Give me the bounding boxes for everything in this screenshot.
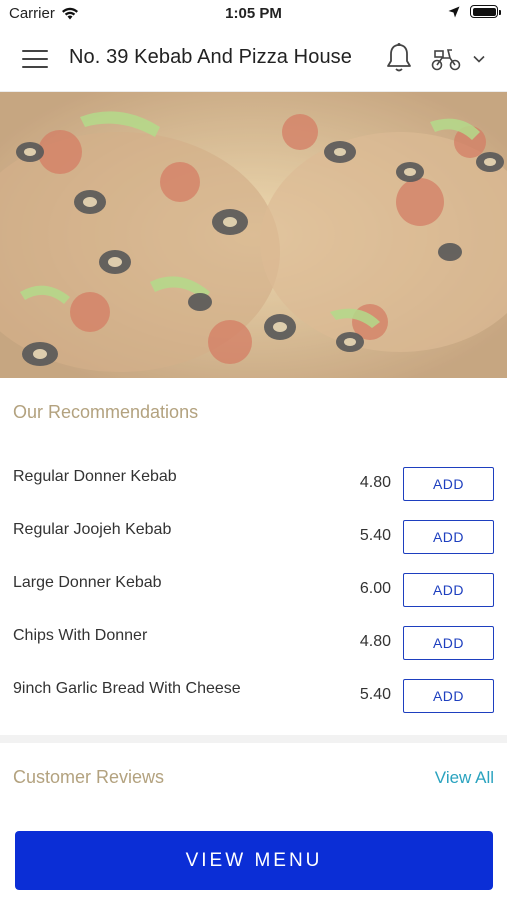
item-price: 4.80 xyxy=(359,633,391,650)
hero-pizza-image xyxy=(0,92,507,378)
recommendations-list: Regular Donner Kebab 4.80 ADD Regular Jo… xyxy=(0,457,507,722)
item-name: Chips With Donner xyxy=(13,627,148,644)
item-name: Regular Donner Kebab xyxy=(13,468,177,485)
list-item: Chips With Donner 4.80 ADD xyxy=(0,616,507,669)
recommendations-heading: Our Recommendations xyxy=(13,402,199,422)
list-item: Regular Joojeh Kebab 5.40 ADD xyxy=(0,510,507,563)
delivery-scooter-icon[interactable] xyxy=(430,46,462,72)
add-button[interactable]: ADD xyxy=(403,520,494,554)
add-button[interactable]: ADD xyxy=(403,573,494,607)
status-time: 1:05 PM xyxy=(225,5,282,22)
status-right xyxy=(448,5,501,18)
list-item: Large Donner Kebab 6.00 ADD xyxy=(0,563,507,616)
restaurant-title: No. 39 Kebab And Pizza House xyxy=(69,46,352,68)
view-all-link[interactable]: View All xyxy=(435,768,494,788)
chevron-down-icon[interactable] xyxy=(472,52,486,66)
section-divider xyxy=(0,735,507,743)
item-price: 4.80 xyxy=(359,474,391,491)
list-item: Regular Donner Kebab 4.80 ADD xyxy=(0,457,507,510)
hamburger-menu-icon[interactable] xyxy=(22,50,48,70)
add-button[interactable]: ADD xyxy=(403,679,494,713)
item-name: Large Donner Kebab xyxy=(13,574,162,591)
item-price: 5.40 xyxy=(359,527,391,544)
item-price: 5.40 xyxy=(359,686,391,703)
add-button[interactable]: ADD xyxy=(403,467,494,501)
item-price: 6.00 xyxy=(359,580,391,597)
status-bar: Carrier 1:05 PM xyxy=(0,0,507,28)
add-button[interactable]: ADD xyxy=(403,626,494,660)
bell-icon[interactable] xyxy=(384,42,414,74)
view-menu-button[interactable]: VIEW MENU xyxy=(15,831,493,890)
item-name: Regular Joojeh Kebab xyxy=(13,521,172,538)
list-item: 9inch Garlic Bread With Cheese 5.40 ADD xyxy=(0,669,507,722)
pizza-illustration xyxy=(0,92,507,378)
item-name: 9inch Garlic Bread With Cheese xyxy=(13,680,241,697)
location-arrow-icon xyxy=(448,6,460,17)
app-header: No. 39 Kebab And Pizza House xyxy=(0,28,507,92)
battery-icon xyxy=(470,5,501,18)
reviews-heading: Customer Reviews xyxy=(13,767,165,787)
